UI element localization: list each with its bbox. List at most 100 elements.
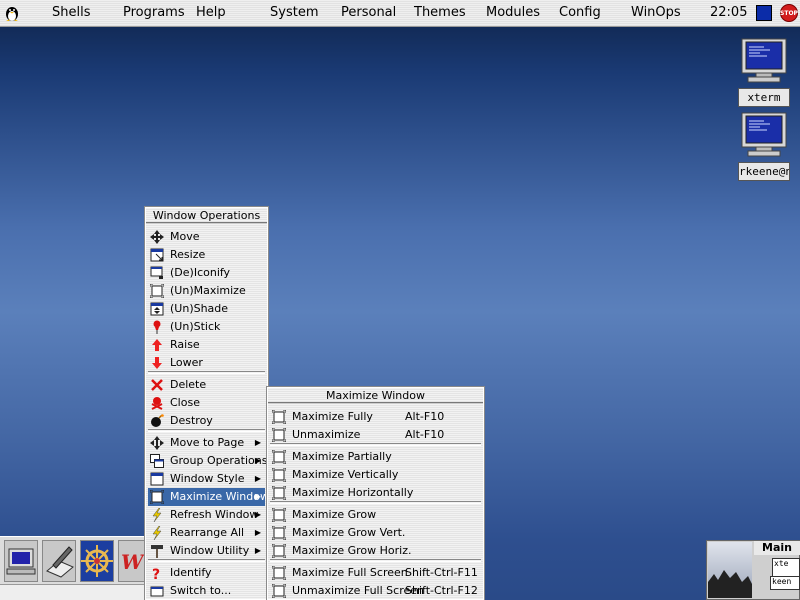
menu-item-label: Group Operations: [170, 454, 268, 467]
menu-item-label: Maximize Fully: [292, 410, 373, 423]
menu-item-label: Maximize Grow: [292, 508, 377, 521]
submenu-arrow-icon: ▶: [254, 492, 261, 501]
submenu-arrow-icon: ▶: [254, 510, 261, 519]
editor-launcher[interactable]: [42, 540, 76, 582]
window-ops-item-switch-to[interactable]: Switch to...: [148, 582, 265, 600]
shelf-strip: [0, 584, 146, 600]
computer-icon: [6, 548, 36, 575]
window-ops-item-close[interactable]: Close: [148, 394, 265, 412]
window-ops-item-rearrange-all[interactable]: Rearrange All ▶: [148, 524, 265, 542]
maximize-icon: [271, 485, 287, 501]
group-icon: [150, 454, 164, 468]
menu-system[interactable]: System: [270, 5, 318, 21]
window-ops-item-move-to-page[interactable]: Move to Page ▶: [148, 434, 265, 452]
menu-item-label: Lower: [170, 356, 203, 369]
maximize-icon: [271, 565, 287, 581]
maximize-item-unmaximize-full-screen[interactable]: Unmaximize Full Screen Shift-Ctrl-F12: [270, 582, 481, 600]
tux-logo-icon[interactable]: [3, 4, 21, 22]
pager-window-xterm[interactable]: xte: [772, 558, 800, 578]
window-ops-item-move[interactable]: Move: [148, 228, 265, 246]
rkeene-icon-label[interactable]: rkeene@n: [738, 162, 790, 181]
menu-modules[interactable]: Modules: [486, 5, 540, 21]
menu-item-label: Window Utility: [170, 544, 250, 557]
move-page-icon: [150, 436, 164, 450]
menu-item-label: Move: [170, 230, 200, 243]
menu-programs[interactable]: Programs: [123, 5, 185, 21]
menu-winops[interactable]: WinOps: [631, 5, 681, 21]
window-operations-title: Window Operations: [146, 208, 267, 224]
window-ops-item-un-shade[interactable]: (Un)Shade: [148, 300, 265, 318]
maximize-icon: [149, 283, 165, 299]
maximize-item-maximize-grow[interactable]: Maximize Grow: [270, 506, 481, 524]
window-style-icon: [150, 472, 164, 486]
menu-item-label: Maximize Full Screen: [292, 566, 408, 579]
menu-item-label: Resize: [170, 248, 206, 261]
stop-icon[interactable]: STOP: [780, 4, 798, 22]
pager-title: Main: [754, 541, 800, 555]
maximize-item-maximize-horizontally[interactable]: Maximize Horizontally: [270, 484, 481, 502]
maximize-window-submenu: Maximize Window Maximize Fully Alt-F10 Unm…: [266, 386, 485, 600]
menu-item-label: Close: [170, 396, 200, 409]
menu-item-label: (De)Iconify: [170, 266, 231, 279]
maximize-item-maximize-partially[interactable]: Maximize Partially: [270, 448, 481, 466]
maximize-item-unmaximize[interactable]: Unmaximize Alt-F10: [270, 426, 481, 444]
raise-icon: [150, 338, 164, 352]
window-ops-item-refresh-window[interactable]: Refresh Window ▶: [148, 506, 265, 524]
menu-help[interactable]: Help: [196, 5, 226, 21]
question-icon: ?: [150, 566, 164, 583]
window-operations-menu: Window Operations Move Resize (De)Iconify (…: [144, 206, 269, 600]
rkeene-monitor-icon[interactable]: [740, 112, 788, 158]
wm-launcher[interactable]: W: [118, 540, 146, 582]
menu-item-label: (Un)Stick: [170, 320, 221, 333]
delete-icon: [150, 378, 164, 392]
pin-icon: [150, 320, 164, 334]
menu-item-label: Delete: [170, 378, 207, 391]
xterm-icon-label[interactable]: xterm: [738, 88, 790, 107]
clock: 22:05: [710, 5, 748, 20]
monitor-icon[interactable]: [756, 5, 772, 21]
maximize-item-maximize-grow-horiz[interactable]: Maximize Grow Horiz.: [270, 542, 481, 560]
window-ops-item-raise[interactable]: Raise: [148, 336, 265, 354]
menu-item-label: (Un)Maximize: [170, 284, 246, 297]
window-ops-item-group-operations[interactable]: Group Operations ▶: [148, 452, 268, 470]
lower-icon: [150, 356, 164, 370]
submenu-arrow-icon: ▶: [254, 546, 261, 555]
xterm-monitor-icon[interactable]: [740, 38, 788, 84]
window-ops-item-destroy[interactable]: Destroy: [148, 412, 265, 430]
menu-themes[interactable]: Themes: [414, 5, 466, 21]
maximize-item-maximize-vertically[interactable]: Maximize Vertically: [270, 466, 481, 484]
menu-item-label: Maximize Horizontally: [292, 486, 414, 499]
window-ops-item-window-utility[interactable]: Window Utility ▶: [148, 542, 265, 560]
submenu-arrow-icon: ▶: [254, 438, 261, 447]
maximize-icon: [271, 409, 287, 425]
pager-landscape: [708, 570, 752, 598]
window-ops-item-maximize-window[interactable]: Maximize Window ▶: [148, 488, 269, 506]
helm-launcher[interactable]: [80, 540, 114, 582]
submenu-arrow-icon: ▶: [254, 456, 261, 465]
menu-item-label: Switch to...: [170, 584, 232, 597]
window-ops-item-de-iconify[interactable]: (De)Iconify: [148, 264, 265, 282]
window-ops-item-un-stick[interactable]: (Un)Stick: [148, 318, 265, 336]
accelerator-label: Shift-Ctrl-F11: [405, 566, 478, 579]
pager-window-rkeene[interactable]: keen: [770, 576, 800, 590]
maximize-item-maximize-grow-vert[interactable]: Maximize Grow Vert.: [270, 524, 481, 542]
terminal-launcher[interactable]: [4, 540, 38, 582]
resize-icon: [150, 248, 164, 262]
menu-config[interactable]: Config: [559, 5, 601, 21]
maximize-item-maximize-full-screen[interactable]: Maximize Full Screen Shift-Ctrl-F11: [270, 564, 481, 582]
window-ops-item-delete[interactable]: Delete: [148, 376, 265, 394]
accelerator-label: Shift-Ctrl-F12: [405, 584, 478, 597]
window-ops-item-un-maximize[interactable]: (Un)Maximize: [148, 282, 265, 300]
window-ops-item-lower[interactable]: Lower: [148, 354, 265, 372]
menu-item-label: (Un)Shade: [170, 302, 229, 315]
maximize-item-maximize-fully[interactable]: Maximize Fully Alt-F10: [270, 408, 481, 426]
close-icon: [150, 396, 164, 410]
window-ops-item-window-style[interactable]: Window Style ▶: [148, 470, 265, 488]
menu-personal[interactable]: Personal: [341, 5, 396, 21]
window-ops-item-resize[interactable]: Resize: [148, 246, 265, 264]
menu-shells[interactable]: Shells: [52, 5, 91, 21]
pager-page-thumbnail[interactable]: [708, 542, 752, 598]
maximize-icon: [271, 467, 287, 483]
window-ops-item-identify[interactable]: ? Identify: [148, 564, 265, 583]
top-menubar: Shells Programs Help System Personal The…: [0, 0, 800, 27]
